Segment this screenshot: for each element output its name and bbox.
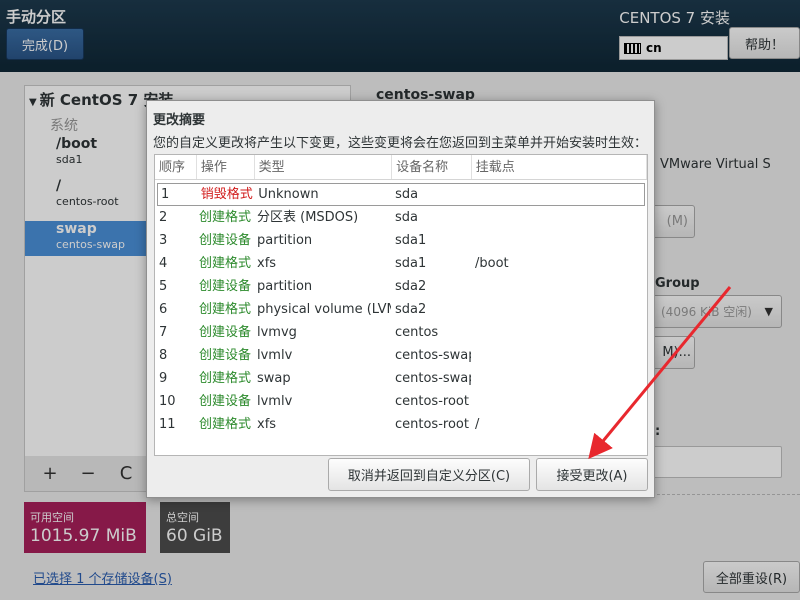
cell-mount [471,229,647,252]
cell-action: 创建格式 [199,417,252,432]
cell-type: 分区表 (MSDOS) [257,210,359,225]
cell-mount [471,275,647,298]
cell-order: 9 [159,371,168,386]
cell-action: 创建设备 [199,325,252,340]
cell-type: physical volume (LVM) [257,302,391,317]
table-row[interactable]: 10 创建设备 lvmlv centos-root [155,390,647,413]
cell-order: 4 [159,256,168,271]
cell-action: 创建设备 [199,394,252,409]
cell-order: 5 [159,279,168,294]
cell-mount [471,206,647,229]
table-body: 1 销毁格式 Unknown sda 2 创建格式 分区表 (MSDOS) sda 3 创建设备 p… [155,183,647,436]
table-row[interactable]: 1 销毁格式 Unknown sda [157,183,645,206]
cell-mount [471,390,647,413]
changes-table: 顺序 操作 类型 设备名称 挂载点 1 销毁格式 Unknown sda 2 创建格式 分区… [154,154,648,456]
cell-device: centos-root [395,394,469,409]
cell-mount [470,183,645,206]
cell-mount [471,344,647,367]
cell-device: sda [395,187,419,202]
table-header: 顺序 操作 类型 设备名称 挂载点 [155,155,647,180]
table-row[interactable]: 4 创建格式 xfs sda1/boot [155,252,647,275]
cell-mount [471,367,647,390]
column-header-type[interactable]: 类型 [255,155,393,179]
cell-action: 创建格式 [199,256,252,271]
cell-order: 2 [159,210,168,225]
cell-mount [471,321,647,344]
table-row[interactable]: 3 创建设备 partition sda1 [155,229,647,252]
cell-type: swap [257,371,291,386]
accept-changes-button[interactable]: 接受更改(A) [536,458,648,491]
cell-type: lvmvg [257,325,297,340]
cell-order: 6 [159,302,168,317]
table-row[interactable]: 7 创建设备 lvmvg centos [155,321,647,344]
cell-type: Unknown [258,187,319,202]
cell-type: partition [257,279,313,294]
cell-device: centos-root [395,417,469,432]
cancel-return-button[interactable]: 取消并返回到自定义分区(C) [328,458,530,491]
cell-type: xfs [257,256,277,271]
cell-device: centos [395,325,439,340]
column-header-device[interactable]: 设备名称 [392,155,472,179]
column-header-order[interactable]: 顺序 [155,155,197,179]
cell-action: 创建设备 [199,233,252,248]
cell-action: 创建格式 [199,302,252,317]
cell-action: 创建设备 [199,279,252,294]
table-row[interactable]: 9 创建格式 swap centos-swap [155,367,647,390]
cell-device: centos-swap [395,371,471,386]
cell-device: sda2 [395,302,427,317]
dialog-description: 您的自定义更改将产生以下变更，这些变更将会在您返回到主菜单并开始安装时生效： [153,136,648,151]
summary-of-changes-dialog: 更改摘要 您的自定义更改将产生以下变更，这些变更将会在您返回到主菜单并开始安装时… [146,100,655,498]
cell-device: sda2 [395,279,427,294]
table-row[interactable]: 2 创建格式 分区表 (MSDOS) sda [155,206,647,229]
cell-order: 10 [159,394,176,409]
cell-order: 3 [159,233,168,248]
cell-order: 1 [161,187,170,202]
cell-order: 8 [159,348,168,363]
cell-action: 创建设备 [199,348,252,363]
table-row[interactable]: 5 创建设备 partition sda2 [155,275,647,298]
table-row[interactable]: 6 创建格式 physical volume (LVM) sda2 [155,298,647,321]
table-row[interactable]: 8 创建设备 lvmlv centos-swap [155,344,647,367]
cell-type: partition [257,233,313,248]
cell-device: centos-swap [395,348,471,363]
cell-type: xfs [257,417,277,432]
cell-mount: /boot [475,256,509,271]
cell-type: lvmlv [257,394,293,409]
cell-action: 创建格式 [199,210,252,225]
cell-action: 销毁格式 [200,187,253,202]
cell-device: sda1 [395,256,427,271]
cell-action: 创建格式 [199,371,252,386]
cell-type: lvmlv [257,348,293,363]
cell-device: sda [395,210,418,225]
cell-order: 7 [159,325,168,340]
column-header-action[interactable]: 操作 [197,155,255,179]
table-row[interactable]: 11 创建格式 xfs centos-root / [155,413,647,436]
dialog-title: 更改摘要 [153,113,206,128]
column-header-mount[interactable]: 挂载点 [472,155,647,179]
cell-device: sda1 [395,233,427,248]
cell-mount: / [475,417,480,432]
cell-order: 11 [159,417,176,432]
cell-mount [471,298,647,321]
